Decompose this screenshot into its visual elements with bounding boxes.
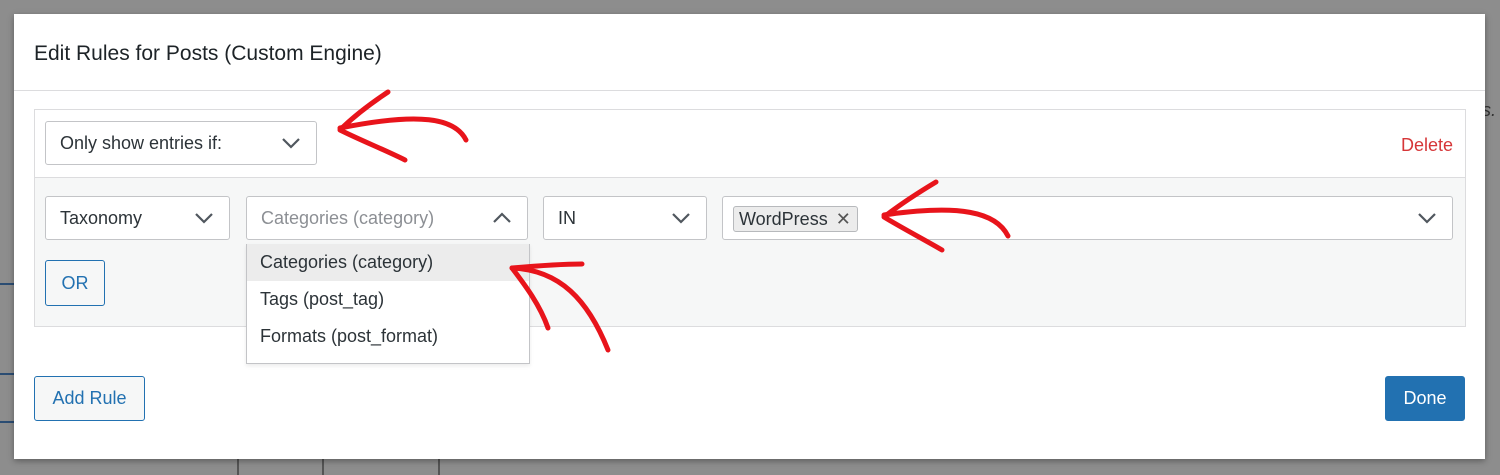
background-rule [0, 283, 14, 285]
chevron-down-icon [280, 134, 302, 152]
modal-title: Edit Rules for Posts (Custom Engine) [34, 42, 382, 65]
terms-multiselect[interactable]: WordPress ✕ [722, 196, 1453, 240]
or-button[interactable]: OR [45, 260, 105, 306]
done-button[interactable]: Done [1385, 376, 1465, 421]
taxonomy-select-placeholder: Categories (category) [261, 207, 435, 228]
operator-select[interactable]: IN [543, 196, 707, 240]
background-rule [237, 459, 239, 475]
rule-group-header: Only show entries if: Delete [35, 110, 1465, 178]
remove-icon[interactable]: ✕ [836, 209, 851, 230]
chevron-down-icon [193, 209, 215, 227]
delete-rule-link[interactable]: Delete [1401, 135, 1453, 156]
chevron-down-icon [670, 209, 692, 227]
background-rule [0, 421, 14, 423]
add-rule-button[interactable]: Add Rule [34, 376, 145, 421]
edit-rules-modal: Edit Rules for Posts (Custom Engine) Onl… [14, 14, 1485, 459]
rule-type-value: Taxonomy [60, 207, 143, 228]
dropdown-option[interactable]: Tags (post_tag) [247, 281, 529, 318]
chevron-down-icon [1416, 209, 1438, 227]
background-rule [438, 459, 440, 475]
background-rule [0, 373, 14, 375]
condition-select[interactable]: Only show entries if: [45, 121, 317, 165]
condition-select-value: Only show entries if: [60, 132, 223, 153]
term-chip: WordPress ✕ [733, 206, 858, 232]
term-chip-label: WordPress [739, 208, 828, 229]
operator-select-value: IN [558, 207, 576, 228]
dropdown-option[interactable]: Formats (post_format) [247, 318, 529, 355]
taxonomy-dropdown: Categories (category) Tags (post_tag) Fo… [246, 244, 530, 364]
chevron-up-icon [491, 209, 513, 227]
background-rule [322, 459, 324, 475]
rule-type-select[interactable]: Taxonomy [45, 196, 230, 240]
taxonomy-select[interactable]: Categories (category) [246, 196, 528, 240]
dropdown-option[interactable]: Categories (category) [247, 244, 529, 281]
modal-header: Edit Rules for Posts (Custom Engine) [14, 14, 1485, 91]
